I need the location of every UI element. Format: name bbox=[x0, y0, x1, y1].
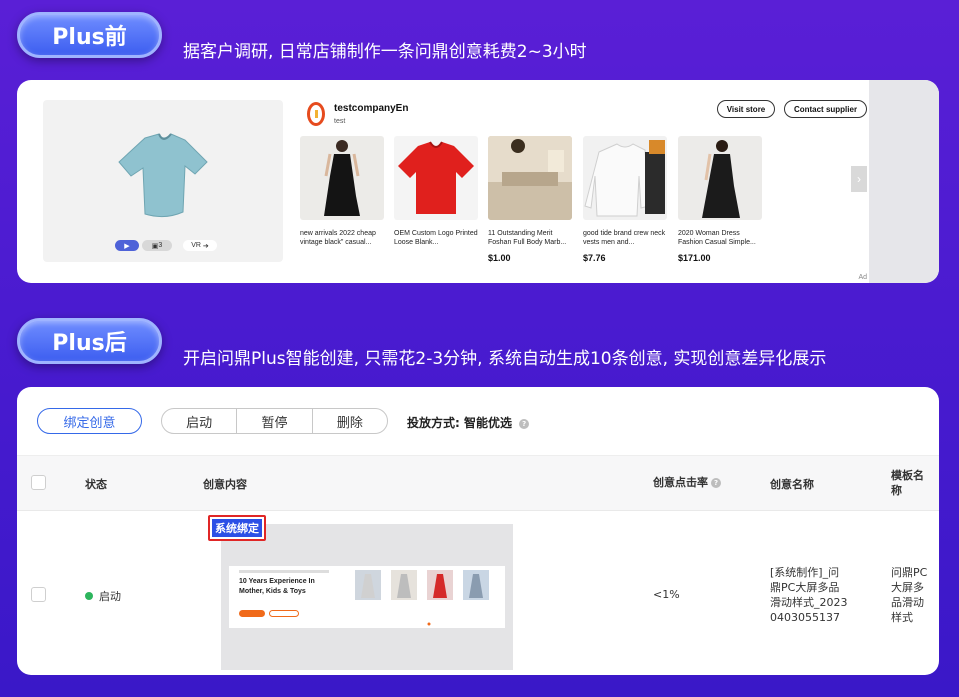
help-icon[interactable]: ? bbox=[519, 419, 530, 429]
bind-creative-button[interactable]: 绑定创意 bbox=[37, 408, 142, 434]
ctr-help-icon[interactable]: ? bbox=[711, 478, 721, 488]
product-title: 11 Outstanding Merit Foshan Full Body Ma… bbox=[488, 230, 567, 246]
plus-after-badge: Plus后 bbox=[17, 318, 162, 364]
product-title: 2020 Woman Dress Fashion Casual Simple..… bbox=[678, 230, 756, 246]
col-ctr: 创意点击率? bbox=[653, 474, 721, 490]
ad-label: Ad bbox=[858, 274, 867, 281]
panel-side-strip bbox=[869, 80, 939, 283]
creative-manager-panel: 绑定创意 启动 暂停 删除 投放方式: 智能优选 ? 状态 创意内容 创意点击率… bbox=[17, 387, 939, 675]
product-card[interactable]: 11 Outstanding Merit Foshan Full Body Ma… bbox=[488, 136, 572, 263]
row-name: [系统制作]_问 鼎PC大屏多品 滑动样式_2023 0403055137 bbox=[770, 566, 848, 624]
product-thumb bbox=[583, 136, 667, 220]
product-card[interactable]: good tide brand crew neck vests men and.… bbox=[583, 136, 667, 263]
image-count-button[interactable]: ▣ 3 bbox=[142, 240, 172, 251]
row-status: 启动 bbox=[85, 588, 121, 604]
product-thumb bbox=[678, 136, 762, 220]
company-logo-icon bbox=[307, 102, 325, 126]
product-price: $7.76 bbox=[583, 253, 606, 263]
select-all-checkbox[interactable] bbox=[31, 475, 46, 490]
row-ctr: <1% bbox=[653, 588, 680, 601]
after-headline: 开启问鼎Plus智能创建, 只需花2-3分钟, 系统自动生成10条创意, 实现创… bbox=[183, 349, 827, 369]
action-button-group: 启动 暂停 删除 bbox=[161, 408, 388, 434]
product-thumb bbox=[300, 136, 384, 220]
before-headline: 据客户调研, 日常店铺制作一条问鼎创意耗费2~3小时 bbox=[183, 42, 587, 62]
row-checkbox[interactable] bbox=[31, 587, 46, 602]
tshirt-image bbox=[118, 133, 208, 218]
system-bound-tag: 系统绑定 bbox=[208, 515, 266, 541]
delivery-mode: 投放方式: 智能优选 ? bbox=[407, 414, 530, 431]
preview-card: 10 Years Experience In Mother, Kids & To… bbox=[229, 566, 505, 628]
preview-figures bbox=[361, 574, 483, 626]
product-card[interactable]: 2020 Woman Dress Fashion Casual Simple..… bbox=[678, 136, 762, 263]
table-header: 状态 创意内容 创意点击率? 创意名称 模板名 称 bbox=[17, 455, 939, 511]
visit-store-button[interactable]: Visit store bbox=[717, 100, 775, 118]
product-title: new arrivals 2022 cheap vintage black" c… bbox=[300, 230, 376, 246]
media-switcher: ▶ ▣ 3 VR ➔ bbox=[115, 240, 217, 251]
plus-before-label: Plus前 bbox=[52, 25, 127, 50]
vr-button[interactable]: VR ➔ bbox=[183, 240, 217, 251]
col-status: 状态 bbox=[85, 478, 107, 491]
status-active-icon bbox=[85, 592, 93, 600]
before-store-panel: ▶ ▣ 3 VR ➔ testcompanyEn test Visit stor… bbox=[17, 80, 939, 283]
product-card[interactable]: OEM Custom Logo Printed Loose Blank... bbox=[394, 136, 478, 253]
delete-button[interactable]: 删除 bbox=[313, 409, 387, 433]
product-title: good tide brand crew neck vests men and.… bbox=[583, 230, 666, 246]
start-button[interactable]: 启动 bbox=[162, 409, 238, 433]
main-product-viewer[interactable]: ▶ ▣ 3 VR ➔ bbox=[43, 100, 283, 262]
product-thumb bbox=[394, 136, 478, 220]
product-price: $171.00 bbox=[678, 253, 711, 263]
pause-button[interactable]: 暂停 bbox=[237, 409, 313, 433]
delivery-value: 智能优选 bbox=[464, 416, 513, 430]
contact-supplier-button[interactable]: Contact supplier bbox=[784, 100, 867, 118]
carousel-next-button[interactable]: › bbox=[851, 166, 867, 192]
company-name[interactable]: testcompanyEn bbox=[334, 103, 408, 114]
row-template: 问鼎PC 大屏多 品滑动 样式 bbox=[891, 566, 928, 624]
delivery-label: 投放方式: bbox=[407, 416, 460, 430]
col-content: 创意内容 bbox=[203, 478, 247, 491]
plus-after-label: Plus后 bbox=[52, 331, 127, 356]
plus-before-badge: Plus前 bbox=[17, 12, 162, 58]
video-icon[interactable]: ▶ bbox=[115, 240, 139, 251]
product-title: OEM Custom Logo Printed Loose Blank... bbox=[394, 230, 478, 246]
col-template: 模板名 称 bbox=[891, 469, 924, 497]
product-card[interactable]: new arrivals 2022 cheap vintage black" c… bbox=[300, 136, 384, 253]
product-price: $1.00 bbox=[488, 253, 511, 263]
creative-preview[interactable]: 10 Years Experience In Mother, Kids & To… bbox=[221, 524, 513, 670]
product-thumb bbox=[488, 136, 572, 220]
col-name: 创意名称 bbox=[770, 478, 814, 491]
company-subtitle: test bbox=[334, 118, 346, 125]
